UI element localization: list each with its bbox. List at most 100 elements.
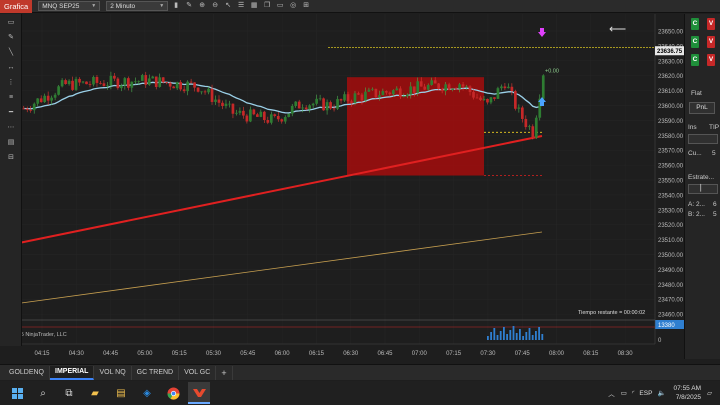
candle-body bbox=[172, 86, 176, 89]
channel-tool-icon[interactable]: ▤ bbox=[4, 137, 18, 149]
tip-label: TIP bbox=[709, 124, 720, 131]
volume-bar bbox=[531, 335, 534, 340]
notification-icon[interactable]: ▱ bbox=[707, 389, 712, 397]
workspace-tabs: GOLDENQ IMPERIAL VOL NQ GC TREND VOL GC … bbox=[0, 364, 720, 380]
price-chart[interactable]: 133800 23650.0023640.0023630.0023620.002… bbox=[0, 14, 720, 359]
ruler-tool-icon[interactable]: ⋯ bbox=[4, 122, 18, 134]
candle-body bbox=[123, 78, 127, 86]
strategy-select[interactable]: ▏ bbox=[688, 184, 718, 194]
candle-body bbox=[458, 84, 461, 89]
volume-bar bbox=[503, 327, 505, 340]
candle-body bbox=[158, 77, 162, 87]
chart-props-icon[interactable]: ▦ bbox=[249, 1, 259, 11]
chat-icon[interactable]: ▭ bbox=[275, 1, 285, 11]
arrow-tool-icon[interactable]: ↔ bbox=[4, 62, 18, 74]
candle-body bbox=[419, 81, 423, 87]
time-label: 05:00 bbox=[137, 351, 153, 357]
instrument-selector[interactable]: MNQ SEP25 ▼ bbox=[38, 1, 101, 11]
chart-window-tab[interactable]: Grafica bbox=[0, 0, 33, 13]
sell-button[interactable]: V bbox=[707, 36, 715, 48]
zoom-in-icon[interactable]: ⊕ bbox=[197, 1, 207, 11]
candle-body bbox=[482, 98, 486, 100]
candle-body bbox=[486, 98, 489, 103]
atm-a-value: 6 bbox=[713, 201, 717, 208]
volume-label: 13380 bbox=[658, 323, 675, 329]
explorer-icon[interactable]: ▤ bbox=[110, 382, 132, 404]
candle-body bbox=[360, 94, 364, 101]
tab-goldenq[interactable]: GOLDENQ bbox=[4, 365, 51, 380]
tab-imperial[interactable]: IMPERIAL bbox=[50, 365, 95, 380]
price-label: 23550.00 bbox=[658, 179, 684, 185]
wifi-icon[interactable]: ◜ bbox=[632, 389, 635, 397]
taskview-icon[interactable]: ⧉ bbox=[58, 382, 80, 404]
account-box[interactable] bbox=[688, 134, 718, 144]
candle-body bbox=[231, 103, 235, 114]
buy-button[interactable]: C bbox=[691, 54, 699, 66]
candle-body bbox=[273, 114, 277, 116]
candle-body bbox=[109, 75, 113, 86]
volume-bar bbox=[535, 331, 537, 340]
horizontal-line-icon[interactable]: ━ bbox=[4, 107, 18, 119]
candle-body bbox=[405, 94, 409, 97]
time-label: 06:15 bbox=[309, 351, 325, 357]
store-icon[interactable]: ◈ bbox=[136, 382, 158, 404]
candle-body bbox=[541, 75, 545, 99]
search-icon[interactable]: ⌕ bbox=[32, 382, 54, 404]
volume-bar bbox=[525, 332, 528, 340]
rectangle-tool-icon[interactable]: ▭ bbox=[4, 17, 18, 29]
candle-body bbox=[36, 98, 40, 104]
line-tool-icon[interactable]: ╲ bbox=[4, 47, 18, 59]
candle-body bbox=[423, 86, 427, 90]
cursor-icon[interactable]: ↖ bbox=[223, 1, 233, 11]
grid-tool-icon[interactable]: ⊟ bbox=[4, 152, 18, 164]
network-icon[interactable]: ▭ bbox=[621, 389, 627, 397]
tab-gc-trend[interactable]: GC TREND bbox=[132, 365, 180, 380]
text-tool-icon[interactable]: ⋮ bbox=[4, 77, 18, 89]
language-indicator[interactable]: ESP bbox=[639, 390, 652, 397]
buy-button[interactable]: C bbox=[691, 36, 699, 48]
pencil-tool-icon[interactable]: ✎ bbox=[4, 32, 18, 44]
drawing-tools-bar: ▭ ✎ ╲ ↔ ⋮ ≡ ━ ⋯ ▤ ⊟ bbox=[0, 14, 22, 346]
instrument-value: MNQ SEP25 bbox=[42, 2, 80, 10]
candle-body bbox=[329, 102, 332, 109]
files-icon[interactable]: ▰ bbox=[84, 382, 106, 404]
timeframe-selector[interactable]: 2 Minuto ▼ bbox=[106, 1, 169, 11]
ninjatrader-window: Grafica MNQ SEP25 ▼ 2 Minuto ▼ ▮ ✎ ⊕ ⊖ ↖… bbox=[0, 0, 720, 405]
candle-body bbox=[524, 118, 528, 128]
sell-button[interactable]: V bbox=[707, 18, 715, 30]
volume-icon[interactable]: 🔈 bbox=[657, 389, 665, 397]
candle-body bbox=[332, 108, 336, 110]
sell-button[interactable]: V bbox=[707, 54, 715, 66]
timeframe-value: 2 Minuto bbox=[110, 2, 136, 10]
chrome-icon[interactable] bbox=[162, 382, 184, 404]
copy-icon[interactable]: ❐ bbox=[262, 1, 272, 11]
fib-tool-icon[interactable]: ≡ bbox=[4, 92, 18, 104]
buy-button[interactable]: C bbox=[691, 18, 699, 30]
candle-body bbox=[398, 88, 402, 97]
add-tab-button[interactable]: + bbox=[216, 365, 233, 380]
time-label: 05:30 bbox=[206, 351, 222, 357]
tab-vol-gc[interactable]: VOL GC bbox=[179, 365, 217, 380]
chart-canvas[interactable]: 133800 23650.0023640.0023630.0023620.002… bbox=[0, 14, 720, 359]
zoom-out-icon[interactable]: ⊖ bbox=[210, 1, 220, 11]
pencil-icon[interactable]: ✎ bbox=[184, 1, 194, 11]
pnl-box[interactable]: PnL bbox=[689, 102, 715, 114]
candle-body bbox=[67, 80, 71, 85]
price-label: 23570.00 bbox=[658, 149, 684, 155]
candle-body bbox=[256, 114, 259, 117]
clock[interactable]: 07:55 AM 7/8/2025 bbox=[674, 384, 701, 402]
target-icon[interactable]: ◎ bbox=[288, 1, 298, 11]
windows-icon[interactable] bbox=[6, 382, 28, 404]
ninjatrader-icon[interactable] bbox=[188, 382, 210, 404]
chevron-up-icon[interactable]: ︿ bbox=[608, 388, 615, 398]
candle-body bbox=[106, 85, 109, 87]
candle-body bbox=[308, 105, 311, 110]
tab-vol-nq[interactable]: VOL NQ bbox=[94, 365, 132, 380]
candle-body bbox=[242, 110, 245, 116]
list-icon[interactable]: ☰ bbox=[236, 1, 246, 11]
candles-icon[interactable]: ▮ bbox=[171, 1, 181, 11]
candle-body bbox=[29, 109, 33, 111]
candle-body bbox=[74, 78, 78, 90]
grid-icon[interactable]: ⊞ bbox=[301, 1, 311, 11]
back-arrow-icon[interactable]: ⟵ bbox=[609, 22, 626, 36]
